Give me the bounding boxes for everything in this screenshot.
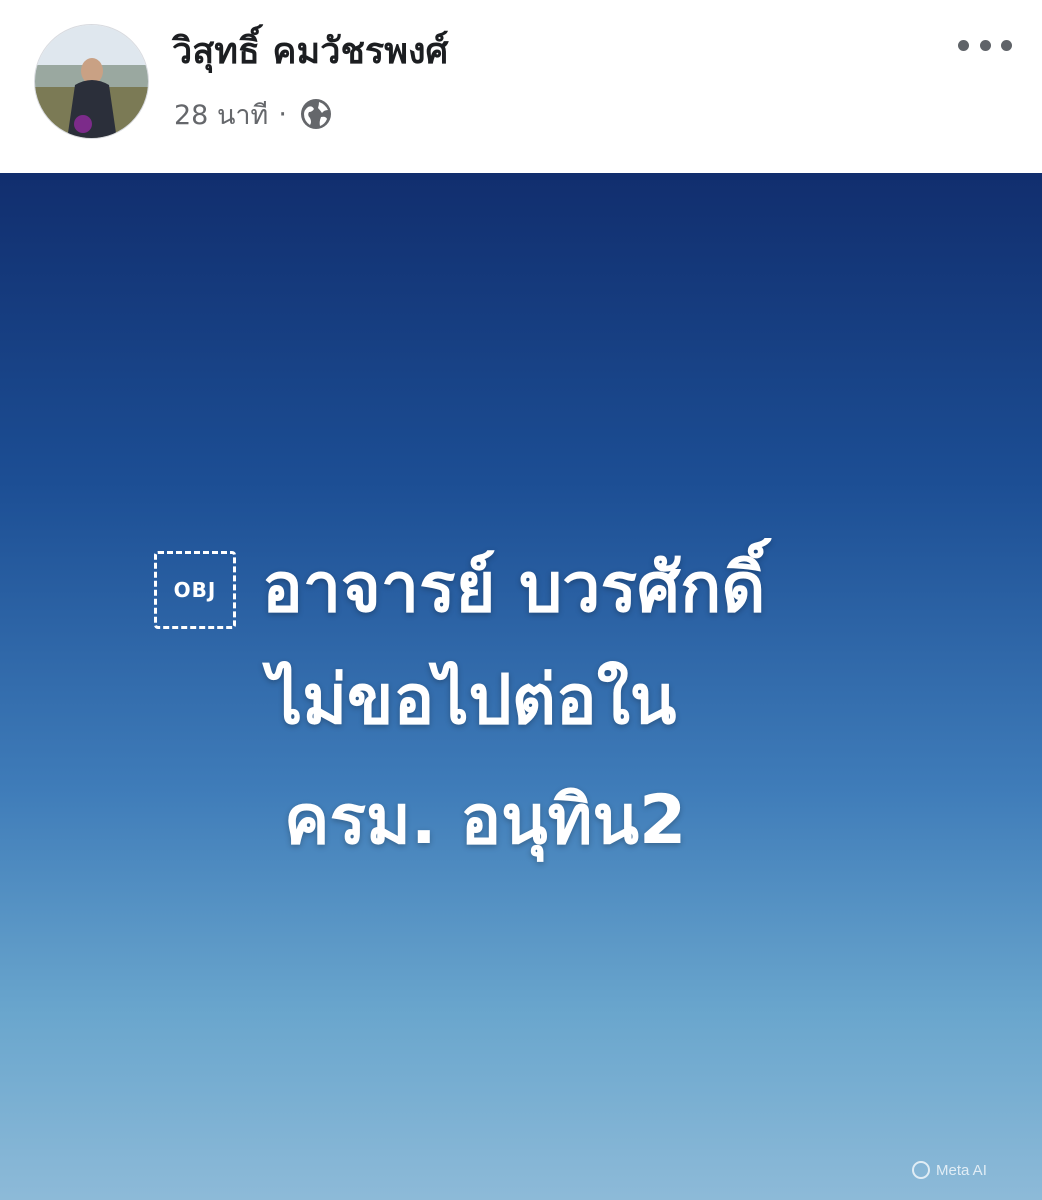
post-image-card[interactable]: OBJ อาจารย์ บวรศักดิ์ ไม่ขอไปต่อใน ครม. … — [0, 173, 1042, 1200]
globe-icon — [299, 97, 333, 131]
author-name[interactable]: วิสุทธิ์ คมวัชรพงศ์ — [172, 22, 448, 79]
profile-photo — [35, 25, 148, 138]
post-header: วิสุทธิ์ คมวัชรพงศ์ 28 นาที · — [0, 0, 1042, 173]
meta-ai-label: Meta AI — [936, 1161, 987, 1179]
more-dot — [979, 39, 991, 51]
meta-ai-icon — [912, 1161, 930, 1179]
post-meta: 28 นาที · — [174, 94, 333, 134]
more-options-icon[interactable] — [952, 28, 1018, 62]
meta-separator: · — [278, 98, 287, 130]
headline-line-1: อาจารย์ บวรศักดิ์ — [262, 549, 766, 628]
post-time[interactable]: 28 นาที — [174, 93, 268, 136]
headline-line-3: ครม. อนุทิน2 — [284, 781, 687, 860]
more-dot — [958, 39, 969, 51]
more-dot — [1001, 39, 1012, 51]
author-avatar[interactable] — [34, 24, 149, 139]
object-placeholder: OBJ — [154, 551, 236, 629]
meta-ai-watermark: Meta AI — [912, 1161, 987, 1179]
headline-line-2: ไม่ขอไปต่อใน — [268, 661, 677, 740]
